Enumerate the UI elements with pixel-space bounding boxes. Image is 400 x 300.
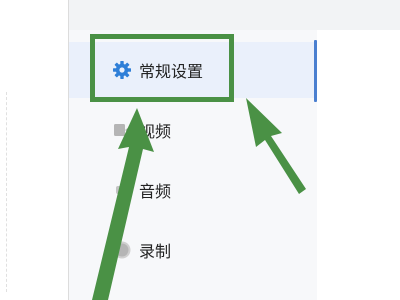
left-pane [0, 0, 68, 300]
top-strip [69, 0, 400, 30]
sidebar-item-label: 音频 [139, 182, 172, 201]
record-icon [112, 240, 132, 260]
sidebar-item-audio[interactable]: 音频 [69, 162, 314, 218]
sidebar-item-label: 视频 [139, 122, 172, 141]
sidebar-scrollbar[interactable] [314, 40, 317, 102]
video-icon [112, 120, 132, 140]
sidebar-item-video[interactable]: 视频 [69, 102, 314, 158]
sidebar-item-label: 录制 [139, 242, 172, 261]
audio-icon [112, 180, 132, 200]
sidebar-item-record[interactable]: 录制 [69, 222, 314, 278]
content-pane [317, 30, 400, 300]
highlight-box [90, 34, 234, 102]
left-dashed-border [6, 92, 7, 292]
